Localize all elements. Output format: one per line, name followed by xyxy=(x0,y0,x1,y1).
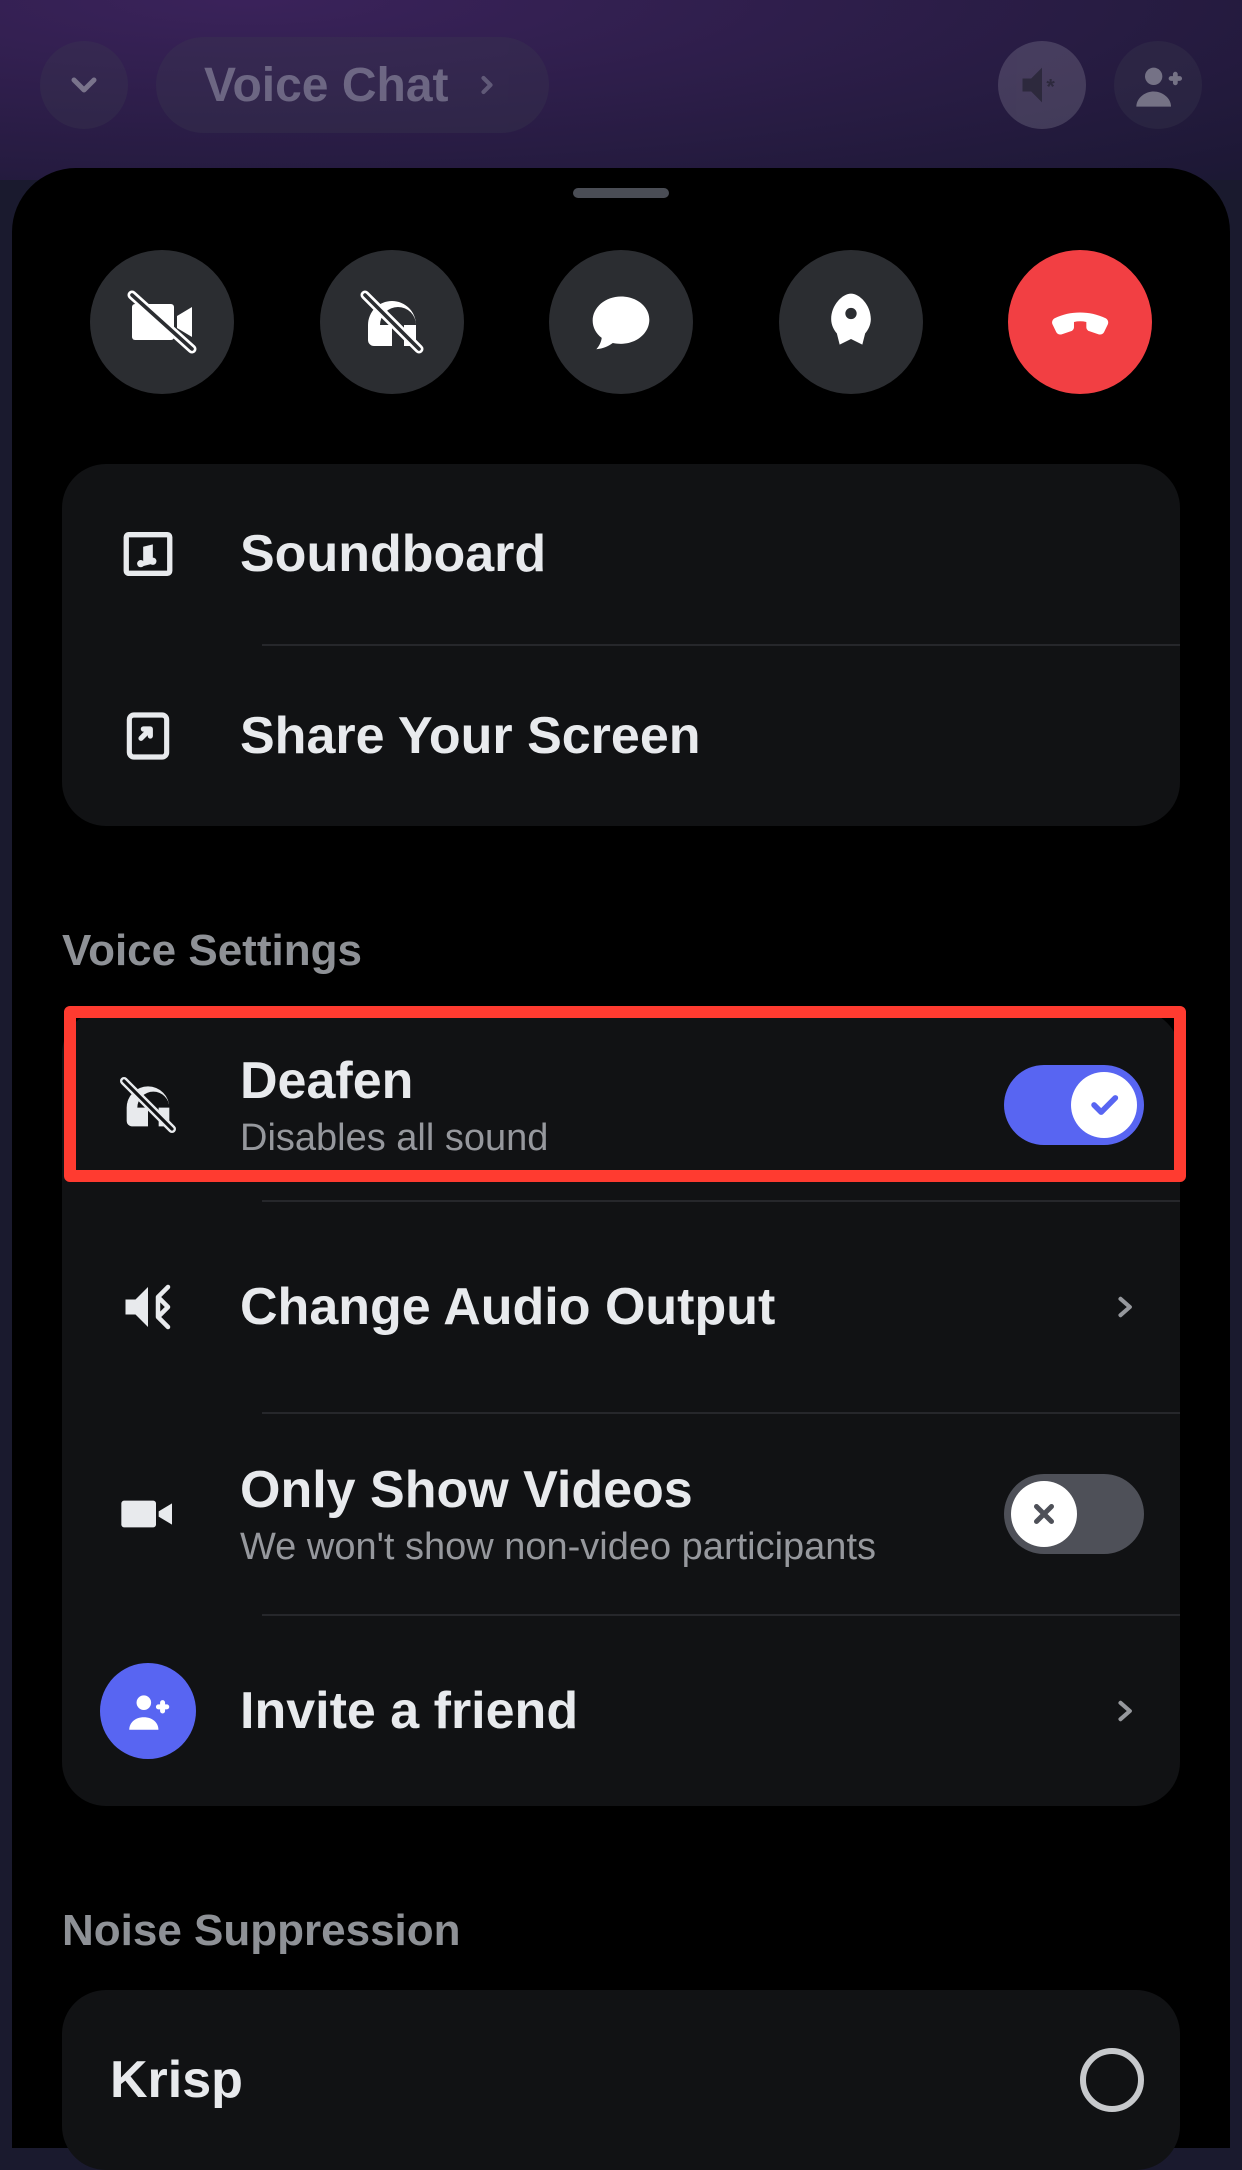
noise-suppression-header: Noise Suppression xyxy=(62,1906,1180,1956)
speaker-bluetooth-icon xyxy=(118,1277,178,1337)
camera-icon xyxy=(116,1482,180,1546)
camera-off-icon xyxy=(126,286,198,358)
call-topbar: Voice Chat * xyxy=(0,0,1242,170)
share-screen-row[interactable]: Share Your Screen xyxy=(62,646,1180,826)
voice-settings-card: Deafen Disables all sound Change Audio O… xyxy=(62,1010,1180,1806)
only-show-videos-title: Only Show Videos xyxy=(240,1460,962,1520)
soundboard-row[interactable]: Soundboard xyxy=(62,464,1180,644)
deafen-toggle[interactable] xyxy=(1004,1065,1144,1145)
chat-button[interactable] xyxy=(549,250,693,394)
settings-sheet: Soundboard Share Your Screen Voice Setti… xyxy=(12,168,1230,2148)
audio-output-title: Change Audio Output xyxy=(240,1277,1062,1337)
svg-text:*: * xyxy=(1046,74,1055,99)
invite-friend-title: Invite a friend xyxy=(240,1681,1062,1741)
share-screen-icon xyxy=(120,708,176,764)
deafen-title: Deafen xyxy=(240,1051,962,1111)
channel-pill[interactable]: Voice Chat xyxy=(156,37,549,133)
activities-button[interactable] xyxy=(779,250,923,394)
audio-output-top-button[interactable]: * xyxy=(998,41,1086,129)
headphones-off-icon xyxy=(356,286,428,358)
only-show-videos-subtitle: We won't show non-video participants xyxy=(240,1526,962,1569)
krisp-row[interactable]: Krisp xyxy=(62,1990,1180,2170)
krisp-radio[interactable] xyxy=(1080,2048,1144,2112)
actions-card: Soundboard Share Your Screen xyxy=(62,464,1180,826)
audio-output-row[interactable]: Change Audio Output xyxy=(62,1202,1180,1412)
invite-icon xyxy=(100,1663,196,1759)
chevron-right-icon xyxy=(1104,1285,1144,1329)
chat-bubble-icon xyxy=(587,288,655,356)
headphones-off-icon xyxy=(116,1073,180,1137)
soundboard-label: Soundboard xyxy=(240,524,1144,584)
only-show-videos-row[interactable]: Only Show Videos We won't show non-video… xyxy=(62,1414,1180,1614)
deafen-subtitle: Disables all sound xyxy=(240,1117,962,1160)
soundboard-icon xyxy=(119,525,177,583)
voice-settings-header: Voice Settings xyxy=(62,926,1180,976)
disconnect-button[interactable] xyxy=(1008,250,1152,394)
channel-title: Voice Chat xyxy=(204,58,449,113)
collapse-button[interactable] xyxy=(40,41,128,129)
noise-suppression-card: Krisp xyxy=(62,1990,1180,2170)
deafen-toggle-button[interactable] xyxy=(320,250,464,394)
sheet-handle[interactable] xyxy=(573,188,669,198)
camera-toggle-button[interactable] xyxy=(90,250,234,394)
hangup-icon xyxy=(1042,284,1118,360)
deafen-row[interactable]: Deafen Disables all sound xyxy=(62,1010,1180,1200)
invite-friend-row[interactable]: Invite a friend xyxy=(62,1616,1180,1806)
share-screen-label: Share Your Screen xyxy=(240,706,1144,766)
only-show-videos-toggle[interactable] xyxy=(1004,1474,1144,1554)
rocket-icon xyxy=(817,288,885,356)
chevron-right-icon xyxy=(1104,1689,1144,1733)
krisp-label: Krisp xyxy=(110,2050,1038,2110)
add-user-top-button[interactable] xyxy=(1114,41,1202,129)
